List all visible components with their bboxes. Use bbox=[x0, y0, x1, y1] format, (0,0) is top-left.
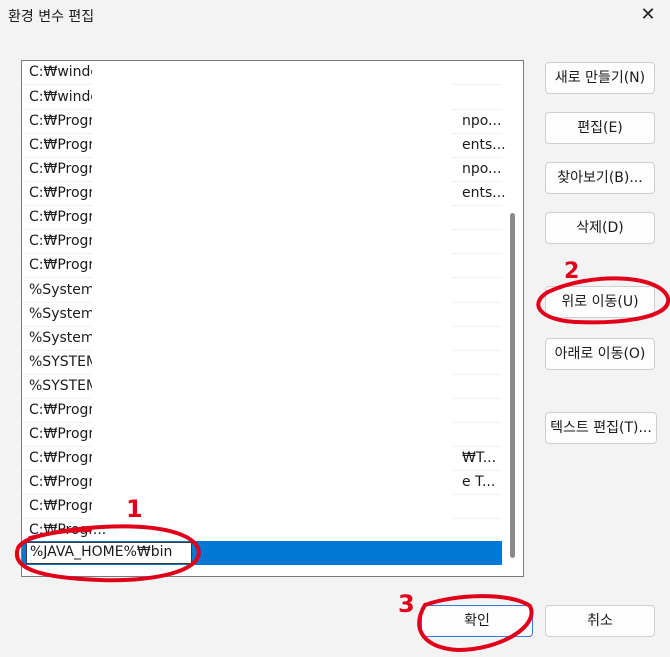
annotation-step-1: 1 bbox=[126, 495, 143, 523]
annotation-step-2: 2 bbox=[564, 259, 579, 284]
annotation-circle-1 bbox=[14, 524, 201, 583]
annotation-step-3: 3 bbox=[398, 590, 415, 618]
annotation-circle-3 bbox=[417, 594, 534, 653]
annotation-circle-2 bbox=[536, 276, 670, 325]
annotation-overlay: 1 2 3 bbox=[14, 259, 670, 653]
